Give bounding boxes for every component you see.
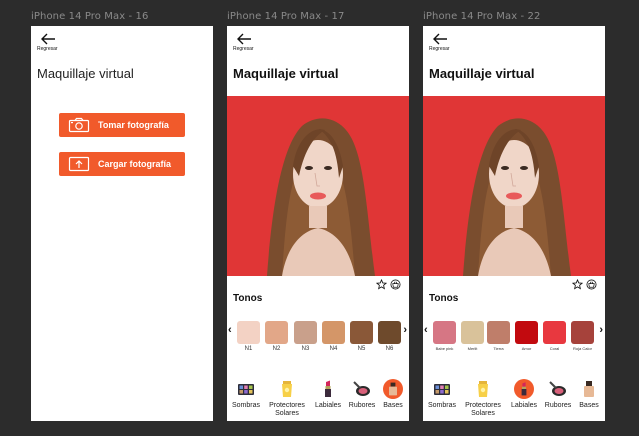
tone-label: Tierra [493, 346, 504, 351]
nav-label: Protectores Solares [269, 402, 305, 417]
star-icon[interactable] [376, 279, 387, 290]
tone-label: N4 [329, 346, 338, 352]
carousel-prev-arrow[interactable]: ‹ [228, 324, 232, 336]
sunscreen-icon [282, 381, 292, 397]
back-arrow-icon[interactable] [432, 32, 448, 46]
nav-label: Rubores [544, 402, 572, 409]
eyeshadow-palette-icon [238, 384, 254, 395]
nav-item-labiales[interactable]: Labiales [507, 379, 541, 410]
foundation-icon [389, 382, 397, 396]
nav-item-labiales[interactable]: Labiales [311, 379, 345, 410]
page-title: Maquillaje virtual [233, 66, 339, 81]
eyeshadow-palette-icon [434, 384, 450, 395]
tone-swatch[interactable] [571, 321, 594, 344]
tone-label: Coral [549, 346, 560, 351]
nav-item-protectores-solares[interactable]: Protectores Solares [267, 379, 307, 418]
tone-label: N2 [272, 346, 281, 352]
phone-frame-labiales: Regresar Maquillaje virtual Tonos ‹ › Ba… [423, 26, 605, 421]
phone-frame-start: Regresar Maquillaje virtual Tomar fotogr… [31, 26, 213, 421]
back-arrow-icon[interactable] [236, 32, 252, 46]
nav-label: Labiales [510, 402, 538, 409]
back-label[interactable]: Regresar [429, 46, 450, 52]
take-photo-label: Tomar fotografía [98, 120, 169, 130]
take-photo-button[interactable]: Tomar fotografía [59, 113, 185, 137]
nav-item-sombras[interactable]: Sombras [425, 379, 459, 410]
tone-label: Merlit [467, 346, 478, 351]
tone-swatch[interactable] [378, 321, 401, 344]
upload-icon [68, 156, 90, 172]
blush-icon [353, 381, 370, 396]
foundation-icon [584, 381, 594, 397]
nav-item-rubores[interactable]: Rubores [541, 379, 575, 410]
nav-label: Sombras [427, 402, 456, 409]
tone-swatch[interactable] [237, 321, 260, 344]
upload-photo-button[interactable]: Cargar fotografía [59, 152, 185, 176]
frame-label: iPhone 14 Pro Max - 17 [227, 11, 345, 22]
tone-swatch[interactable] [433, 321, 456, 344]
page-title: Maquillaje virtual [429, 66, 535, 81]
nav-item-bases[interactable]: Bases [572, 379, 605, 410]
nav-label: Bases [383, 402, 403, 409]
tone-label: N5 [357, 346, 366, 352]
star-icon[interactable] [572, 279, 583, 290]
section-title: Tonos [233, 293, 263, 304]
tone-label: N1 [244, 346, 253, 352]
lipstick-icon [521, 382, 527, 396]
active-indicator [514, 379, 534, 399]
tone-swatch[interactable] [294, 321, 317, 344]
back-arrow-icon[interactable] [40, 32, 56, 46]
page-title: Maquillaje virtual [37, 66, 134, 81]
back-label[interactable]: Regresar [233, 46, 254, 52]
blush-icon [549, 381, 566, 396]
tone-swatch[interactable] [322, 321, 345, 344]
nav-label: Bases [579, 402, 599, 409]
phone-frame-bases: Regresar Maquillaje virtual Tonos ‹ › N1… [227, 26, 409, 421]
tone-swatch[interactable] [487, 321, 510, 344]
tone-swatch[interactable] [515, 321, 538, 344]
upload-photo-label: Cargar fotografía [98, 159, 172, 169]
nav-label: Rubores [348, 402, 376, 409]
active-indicator [383, 379, 403, 399]
tone-swatch[interactable] [543, 321, 566, 344]
lipstick-icon [325, 380, 331, 397]
frame-label: iPhone 14 Pro Max - 22 [423, 11, 541, 22]
carousel-prev-arrow[interactable]: ‹ [424, 324, 428, 336]
model-photo [227, 96, 409, 276]
nav-item-protectores-solares[interactable]: Protectores Solares [463, 379, 503, 418]
nav-label: Protectores Solares [465, 402, 501, 417]
sunscreen-icon [478, 381, 488, 397]
tone-label: Amor [521, 346, 532, 351]
section-title: Tonos [429, 293, 459, 304]
nav-item-bases[interactable]: Bases [376, 379, 409, 410]
model-photo [423, 96, 605, 276]
nav-item-sombras[interactable]: Sombras [229, 379, 263, 410]
tone-swatch[interactable] [350, 321, 373, 344]
frame-label: iPhone 14 Pro Max - 16 [31, 11, 149, 22]
nav-label: Sombras [231, 402, 260, 409]
nav-label: Labiales [314, 402, 342, 409]
tone-label: Babe pink [435, 346, 454, 351]
camera-icon [68, 117, 90, 133]
tone-swatch[interactable] [461, 321, 484, 344]
tone-swatch[interactable] [265, 321, 288, 344]
tone-label: N3 [301, 346, 310, 352]
nav-item-rubores[interactable]: Rubores [345, 379, 379, 410]
basket-icon[interactable] [390, 279, 401, 290]
carousel-next-arrow[interactable]: › [403, 324, 407, 336]
basket-icon[interactable] [586, 279, 597, 290]
back-label[interactable]: Regresar [37, 46, 58, 52]
tone-label: N6 [385, 346, 394, 352]
carousel-next-arrow[interactable]: › [599, 324, 603, 336]
tone-label: Roja Calor [573, 346, 592, 351]
